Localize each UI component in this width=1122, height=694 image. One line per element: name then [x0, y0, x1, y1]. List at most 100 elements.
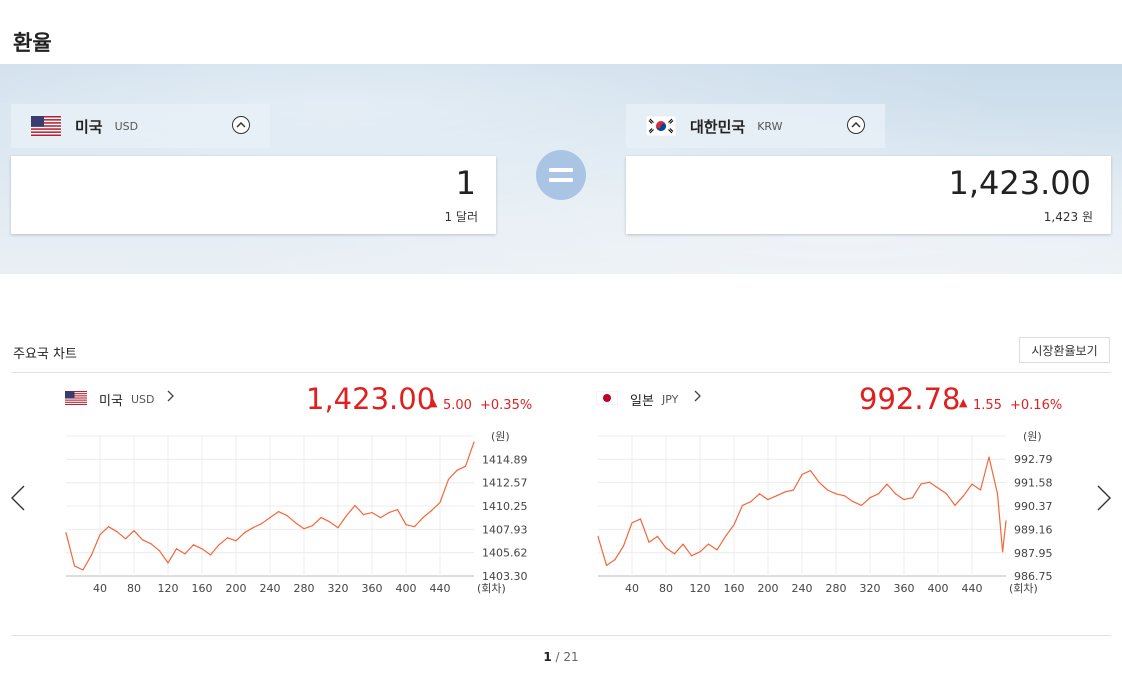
data-point — [464, 465, 467, 467]
section-divider — [11, 372, 1111, 373]
x-tick-label: 400 — [396, 582, 417, 595]
data-point — [294, 522, 297, 524]
data-point — [954, 504, 956, 507]
data-point — [682, 543, 684, 545]
data-point — [826, 489, 829, 491]
chart-price: 992.78 — [859, 382, 961, 416]
chevron-right-icon[interactable] — [693, 390, 701, 406]
x-unit-label: (회차) — [477, 582, 506, 595]
data-point — [260, 523, 263, 525]
x-tick-label: 200 — [226, 582, 247, 595]
data-point — [345, 515, 348, 517]
data-point — [877, 493, 880, 495]
data-point — [971, 483, 973, 485]
data-point — [962, 495, 965, 497]
to-amount-value[interactable]: 1,423.00 — [949, 164, 1092, 202]
data-point — [133, 530, 135, 532]
to-currency-name: 대한민국 — [690, 117, 746, 136]
data-point — [699, 551, 701, 553]
data-point — [605, 564, 608, 566]
data-point — [473, 441, 475, 443]
data-point — [801, 473, 803, 476]
data-point — [707, 543, 710, 545]
from-amount-value[interactable]: 1 — [456, 164, 476, 202]
data-point — [141, 539, 144, 541]
data-point — [116, 531, 118, 533]
x-tick-label: 240 — [260, 582, 281, 595]
chart-currency-name: 미국 — [99, 394, 123, 409]
data-point — [235, 540, 237, 542]
from-amount-field[interactable]: 1 1 달러 — [11, 156, 496, 234]
data-point — [430, 509, 433, 512]
x-unit-label: (회차) — [1009, 582, 1038, 595]
korea-flag-icon — [646, 116, 676, 136]
data-point — [673, 553, 676, 555]
data-point — [639, 518, 642, 520]
data-point — [328, 521, 331, 523]
x-tick-label: 40 — [93, 582, 107, 595]
data-point — [175, 548, 178, 550]
data-point — [252, 527, 254, 529]
data-point — [988, 456, 990, 458]
page-title: 환율 — [13, 31, 52, 55]
to-currency-select[interactable]: 대한민국 KRW — [626, 104, 885, 148]
to-amount-text: 1,423 원 — [1043, 210, 1093, 224]
jpy-line-chart: 992.79991.58990.37989.16987.95986.7540 80… — [597, 430, 1053, 595]
chart-panel-usd: 미국 USD 1,423.00 ▲ 5.00 +0.35% 1414.89 141… — [64, 378, 544, 618]
chart-change: 1.55 — [973, 398, 1002, 413]
x-tick-label: 280 — [294, 582, 315, 595]
data-point — [903, 499, 905, 501]
data-point — [843, 495, 846, 497]
chevron-up-icon[interactable] — [232, 116, 250, 134]
data-point — [107, 526, 110, 528]
data-point — [809, 470, 812, 472]
x-tick-label: 160 — [192, 582, 213, 595]
data-point — [741, 504, 744, 507]
data-point — [201, 548, 203, 550]
data-point — [422, 517, 424, 519]
data-point — [218, 544, 220, 546]
chevron-up-icon[interactable] — [847, 116, 865, 134]
x-tick-label: 80 — [127, 582, 141, 595]
prev-arrow-icon[interactable] — [10, 484, 26, 516]
to-amount-field[interactable]: 1,423.00 1,423 원 — [626, 156, 1111, 234]
data-point — [362, 514, 365, 516]
from-amount-text: 1 달러 — [444, 210, 478, 224]
x-tick-label: 280 — [826, 582, 847, 595]
data-point — [750, 500, 752, 503]
data-point — [303, 528, 305, 530]
next-arrow-icon[interactable] — [1096, 484, 1112, 516]
current-page: 1 — [543, 650, 552, 664]
y-tick-label: 989.16 — [1014, 523, 1053, 536]
us-flag-icon — [31, 116, 61, 136]
data-point — [911, 497, 914, 499]
x-tick-label: 80 — [659, 582, 673, 595]
chart-header-usd[interactable]: 미국 USD 1,423.00 ▲ 5.00 +0.35% — [64, 378, 544, 418]
chart-header-jpy[interactable]: 일본 JPY 992.78 ▲ 1.55 +0.16% — [596, 378, 1076, 418]
x-tick-label: 120 — [158, 582, 179, 595]
usd-line-chart: 1414.891412.571410.251407.931405.621403.… — [65, 430, 528, 595]
pagination: 1 / 21 — [0, 650, 1122, 664]
bottom-divider — [11, 635, 1111, 636]
from-currency-select[interactable]: 미국 USD — [11, 104, 270, 148]
data-point — [716, 549, 718, 551]
data-point — [354, 504, 356, 507]
market-rate-button[interactable]: 시장환율보기 — [1019, 337, 1110, 363]
data-point — [852, 500, 854, 503]
y-tick-label: 1414.89 — [482, 453, 528, 466]
data-point — [439, 501, 441, 504]
y-tick-label: 992.79 — [1014, 453, 1053, 466]
chart-currency-name: 일본 — [630, 394, 654, 409]
chart-change: 5.00 — [443, 398, 472, 413]
x-tick-label: 200 — [758, 582, 779, 595]
data-point — [758, 493, 761, 495]
y-tick-label: 991.58 — [1014, 477, 1053, 490]
data-point — [920, 483, 922, 485]
data-point — [73, 565, 76, 567]
data-point — [860, 504, 863, 507]
data-point — [631, 522, 633, 524]
data-point — [150, 543, 152, 545]
data-point — [869, 497, 871, 499]
chevron-right-icon[interactable] — [166, 390, 174, 406]
x-tick-label: 240 — [792, 582, 813, 595]
